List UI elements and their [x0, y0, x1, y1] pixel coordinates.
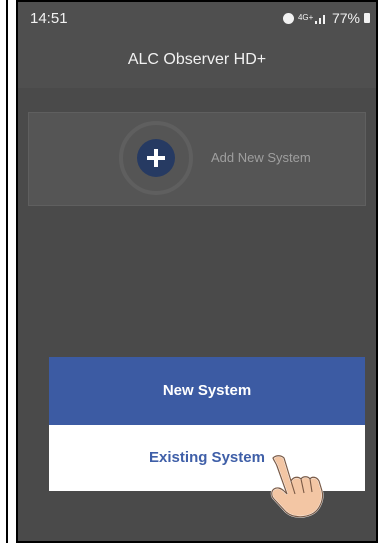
plus-icon[interactable]	[137, 139, 175, 177]
signal-icon	[314, 12, 328, 24]
status-icons: 4G+ 77%	[282, 10, 370, 26]
network-badge: 4G+	[297, 13, 314, 22]
left-frame-edge	[0, 0, 8, 543]
app-title: ALC Observer HD+	[127, 51, 267, 68]
app-bar: ALC Observer HD+	[18, 36, 376, 88]
plus-vertical	[154, 149, 158, 167]
add-circle-outer[interactable]	[119, 121, 193, 195]
status-bar: 14:51 4G+ 77%	[18, 2, 376, 36]
alarm-icon	[282, 12, 294, 24]
battery-icon	[364, 13, 370, 23]
battery-percent: 77%	[331, 10, 360, 26]
new-system-button[interactable]: New System	[49, 357, 365, 425]
phone-screen: 14:51 4G+ 77% ALC Observer HD+ Add New S	[16, 0, 378, 543]
hand-pointer-icon	[270, 454, 324, 518]
status-time: 14:51	[30, 10, 68, 27]
add-new-system-card[interactable]: Add New System	[28, 112, 366, 206]
add-new-system-label[interactable]: Add New System	[211, 150, 311, 165]
